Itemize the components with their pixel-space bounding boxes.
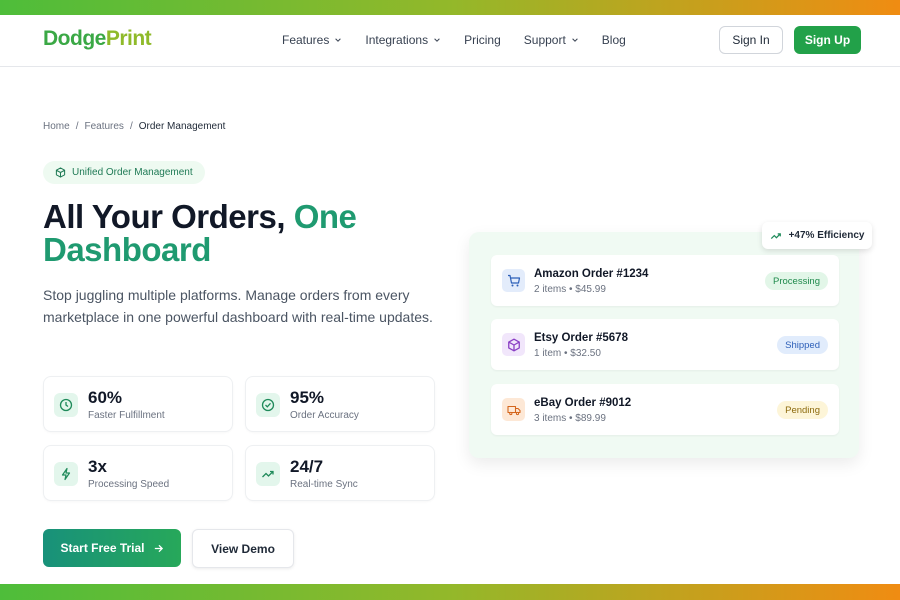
check-circle-icon [256, 393, 280, 417]
stat-value: 95% [290, 388, 325, 407]
bottom-gradient-stripe [0, 584, 900, 600]
top-gradient-stripe [0, 0, 900, 15]
order-card-etsy[interactable]: Etsy Order #5678 1 item • $32.50 Shipped [491, 319, 839, 370]
start-free-trial-label: Start Free Trial [60, 541, 145, 555]
nav-support[interactable]: Support [524, 33, 579, 47]
box-icon [502, 333, 525, 356]
order-card-ebay[interactable]: eBay Order #9012 3 items • $89.99 Pendin… [491, 384, 839, 435]
stat-label: Processing Speed [88, 479, 170, 490]
breadcrumb-separator: / [75, 121, 79, 132]
status-badge: Pending [777, 401, 828, 419]
breadcrumb-current: Order Management [138, 121, 226, 132]
stat-card-sync: 24/7 Real-time Sync [245, 445, 435, 501]
order-details: 3 items • $89.99 [534, 413, 606, 424]
trending-up-icon [256, 462, 280, 486]
view-demo-button[interactable]: View Demo [192, 529, 294, 568]
chevron-down-icon [434, 38, 440, 42]
breadcrumb-features[interactable]: Features [84, 121, 123, 132]
stat-value: 3x [88, 457, 107, 476]
stat-label: Faster Fulfillment [88, 410, 165, 421]
efficiency-badge: +47% Efficiency [762, 222, 872, 249]
nav-features[interactable]: Features [282, 33, 342, 47]
stat-card-fulfillment: 60% Faster Fulfillment [43, 376, 233, 432]
sign-in-button[interactable]: Sign In [719, 26, 783, 54]
nav-integrations[interactable]: Integrations [365, 33, 441, 47]
trending-up-icon [770, 232, 781, 239]
stat-label: Order Accuracy [290, 410, 359, 421]
chevron-down-icon [572, 38, 578, 42]
nav-pricing[interactable]: Pricing [464, 33, 501, 47]
order-name: eBay Order #9012 [534, 397, 632, 409]
breadcrumb: Home / Features / Order Management [43, 121, 225, 132]
breadcrumb-separator: / [129, 121, 133, 132]
cart-icon [502, 269, 525, 292]
page-title: All Your Orders, One Dashboard [43, 198, 357, 268]
feature-pill: Unified Order Management [43, 161, 205, 184]
logo[interactable]: DodgePrint [43, 27, 152, 51]
cube-icon [55, 167, 66, 178]
site-header: DodgePrint Features Integrations Pricing… [0, 15, 900, 67]
breadcrumb-home[interactable]: Home [43, 121, 70, 132]
truck-icon [502, 398, 525, 421]
start-free-trial-button[interactable]: Start Free Trial [43, 529, 181, 567]
status-badge: Processing [765, 272, 828, 290]
stat-card-speed: 3x Processing Speed [43, 445, 233, 501]
stat-label: Real-time Sync [290, 479, 358, 490]
status-badge: Shipped [777, 336, 828, 354]
main-nav: Features Integrations Pricing Support Bl… [282, 33, 649, 47]
order-details: 2 items • $45.99 [534, 284, 606, 295]
efficiency-badge-label: +47% Efficiency [788, 230, 865, 241]
order-details: 1 item • $32.50 [534, 348, 601, 359]
stat-value: 24/7 [290, 457, 324, 476]
order-name: Amazon Order #1234 [534, 268, 649, 280]
stat-card-accuracy: 95% Order Accuracy [245, 376, 435, 432]
clock-icon [54, 393, 78, 417]
chevron-down-icon [335, 38, 342, 42]
hero-subtext: Stop juggling multiple platforms. Manage… [43, 287, 433, 325]
order-card-amazon[interactable]: Amazon Order #1234 2 items • $45.99 Proc… [491, 255, 839, 306]
arrow-right-icon [154, 544, 163, 552]
order-name: Etsy Order #5678 [534, 332, 628, 344]
lightning-icon [54, 462, 78, 486]
sign-up-button[interactable]: Sign Up [794, 26, 861, 54]
nav-blog[interactable]: Blog [602, 33, 626, 47]
stat-value: 60% [88, 388, 123, 407]
feature-pill-label: Unified Order Management [72, 167, 193, 178]
